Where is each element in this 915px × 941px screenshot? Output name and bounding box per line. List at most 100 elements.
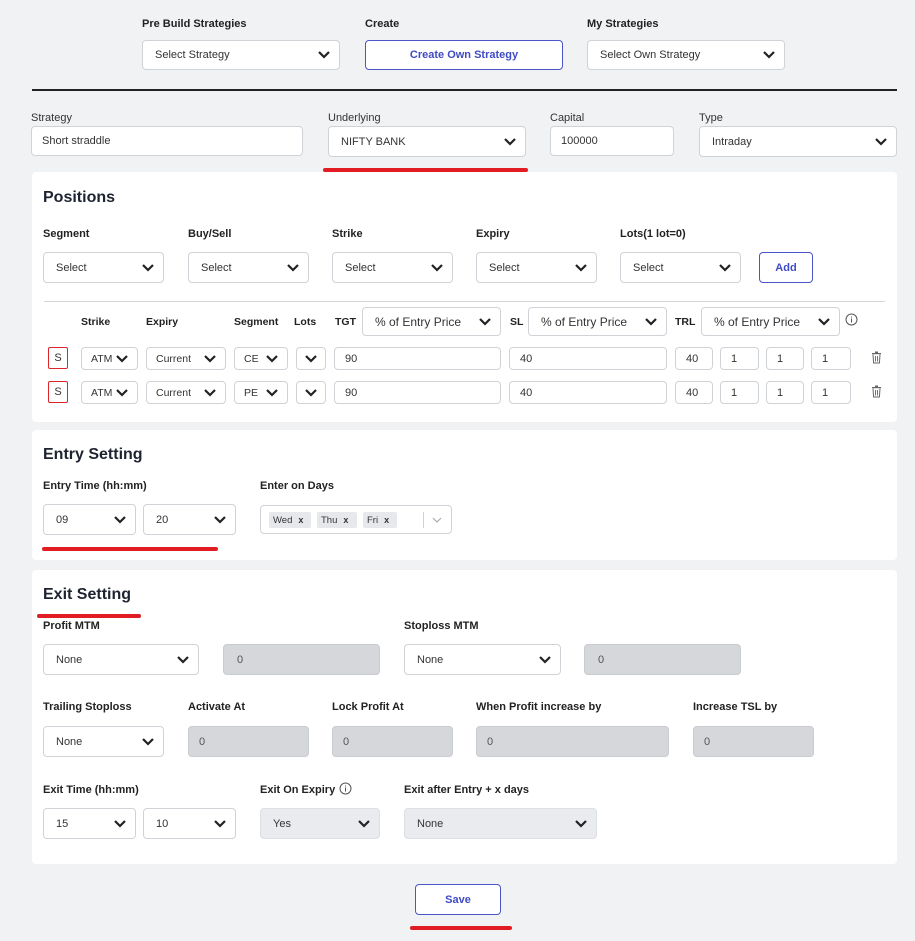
row-expiry-select[interactable]: Current <box>146 381 226 404</box>
side-badge[interactable]: S <box>48 347 68 369</box>
exit-setting-title: Exit Setting <box>43 586 132 603</box>
info-icon[interactable] <box>339 782 352 795</box>
type-select[interactable]: Intraday <box>699 126 897 157</box>
expiry-value: Select <box>489 261 520 274</box>
chevron-down-icon <box>142 263 154 272</box>
chevron-down-icon <box>287 263 299 272</box>
trash-icon[interactable] <box>871 351 882 364</box>
stoploss-mtm-select[interactable]: None <box>404 644 561 675</box>
col-tgt: TGT <box>335 316 356 328</box>
row-tgt-input[interactable]: 90 <box>334 347 501 370</box>
profit-increase-input: 0 <box>476 726 669 757</box>
row-strike-select[interactable]: ATM <box>81 347 138 370</box>
info-icon[interactable] <box>845 313 858 326</box>
profit-mtm-value: None <box>56 653 83 666</box>
row-segment-value: PE <box>244 386 259 399</box>
create-label: Create <box>365 18 400 30</box>
tgt-mode-value: % of Entry Price <box>375 314 462 329</box>
profit-mtm-amount: 0 <box>223 644 380 675</box>
activate-at-label: Activate At <box>188 701 246 713</box>
chevron-down-icon <box>719 263 731 272</box>
create-own-strategy-button[interactable]: Create Own Strategy <box>365 40 563 70</box>
row-trl-param-3[interactable]: 1 <box>811 381 851 404</box>
row-lots-select[interactable] <box>296 347 326 370</box>
row-trl-input[interactable]: 40 <box>675 381 713 404</box>
trailing-stoploss-select[interactable]: None <box>43 726 164 757</box>
lots-value: Select <box>633 261 664 274</box>
stoploss-mtm-amount: 0 <box>584 644 741 675</box>
strategy-name-input[interactable]: Short straddle <box>31 126 303 156</box>
segment-select[interactable]: Select <box>43 252 164 283</box>
chevron-down-icon <box>177 655 189 664</box>
entry-setting-title: Entry Setting <box>43 446 143 463</box>
chevron-down-icon <box>875 137 887 146</box>
day-tag[interactable]: Fri x <box>363 512 397 528</box>
day-tag[interactable]: Wed x <box>269 512 311 528</box>
side-badge[interactable]: S <box>48 381 68 403</box>
entry-minute-select[interactable]: 20 <box>143 504 236 535</box>
row-strike-select[interactable]: ATM <box>81 381 138 404</box>
highlight-underline <box>37 614 141 618</box>
day-tag-label: Thu <box>321 514 338 526</box>
lots-select[interactable]: Select <box>620 252 741 283</box>
exit-on-expiry-label: Exit On Expiry <box>260 784 336 796</box>
row-trl-param-1[interactable]: 1 <box>720 381 759 404</box>
profit-mtm-select[interactable]: None <box>43 644 199 675</box>
row-trl-param-1[interactable]: 1 <box>720 347 759 370</box>
row-trl-param-2[interactable]: 1 <box>766 381 804 404</box>
entry-hour-select[interactable]: 09 <box>43 504 136 535</box>
remove-icon[interactable]: x <box>343 515 348 525</box>
row-expiry-select[interactable]: Current <box>146 347 226 370</box>
segment-value: Select <box>56 261 87 274</box>
day-tag[interactable]: Thu x <box>317 512 357 528</box>
buysell-value: Select <box>201 261 232 274</box>
my-strategy-select[interactable]: Select Own Strategy <box>587 40 785 70</box>
entry-minute-value: 20 <box>156 513 169 526</box>
row-tgt-input[interactable]: 90 <box>334 381 501 404</box>
days-multiselect[interactable]: Wed x Thu x Fri x <box>260 505 452 534</box>
row-trl-param-2[interactable]: 1 <box>766 347 804 370</box>
exit-on-expiry-value: Yes <box>273 817 291 830</box>
row-segment-select[interactable]: CE <box>234 347 288 370</box>
increase-tsl-input: 0 <box>693 726 814 757</box>
capital-input[interactable]: 100000 <box>550 126 674 156</box>
row-segment-select[interactable]: PE <box>234 381 288 404</box>
type-value: Intraday <box>712 135 752 148</box>
strike-label: Strike <box>332 228 363 240</box>
underlying-select[interactable]: NIFTY BANK <box>328 126 526 157</box>
buysell-select[interactable]: Select <box>188 252 309 283</box>
increase-tsl-label: Increase TSL by <box>693 701 778 713</box>
remove-icon[interactable]: x <box>384 515 389 525</box>
strike-select[interactable]: Select <box>332 252 453 283</box>
chevron-down-icon[interactable] <box>431 515 443 525</box>
chevron-down-icon <box>763 51 775 59</box>
add-position-button[interactable]: Add <box>759 252 813 283</box>
chevron-down-icon <box>818 317 830 326</box>
stoploss-mtm-label: Stoploss MTM <box>404 620 479 632</box>
row-trl-param-3[interactable]: 1 <box>811 347 851 370</box>
row-lots-select[interactable] <box>296 381 326 404</box>
exit-on-expiry-select[interactable]: Yes <box>260 808 380 839</box>
exit-after-days-select[interactable]: None <box>404 808 597 839</box>
row-trl-input[interactable]: 40 <box>675 347 713 370</box>
trash-icon[interactable] <box>871 385 882 398</box>
positions-title: Positions <box>43 189 116 206</box>
row-segment-value: CE <box>244 352 259 365</box>
exit-hour-select[interactable]: 15 <box>43 808 136 839</box>
prebuild-strategy-select[interactable]: Select Strategy <box>142 40 340 70</box>
exit-minute-select[interactable]: 10 <box>143 808 236 839</box>
tgt-mode-select[interactable]: % of Entry Price <box>362 307 501 336</box>
col-segment: Segment <box>234 316 279 328</box>
entry-setting-card <box>32 430 897 560</box>
expiry-select[interactable]: Select <box>476 252 597 283</box>
trl-mode-select[interactable]: % of Entry Price <box>701 307 840 336</box>
row-sl-input[interactable]: 40 <box>509 347 667 370</box>
save-button[interactable]: Save <box>415 884 501 915</box>
remove-icon[interactable]: x <box>298 515 303 525</box>
chevron-down-icon <box>305 354 317 363</box>
chevron-down-icon <box>358 819 370 828</box>
top-divider <box>32 89 897 91</box>
col-sl: SL <box>510 316 524 328</box>
sl-mode-select[interactable]: % of Entry Price <box>528 307 667 336</box>
row-sl-input[interactable]: 40 <box>509 381 667 404</box>
